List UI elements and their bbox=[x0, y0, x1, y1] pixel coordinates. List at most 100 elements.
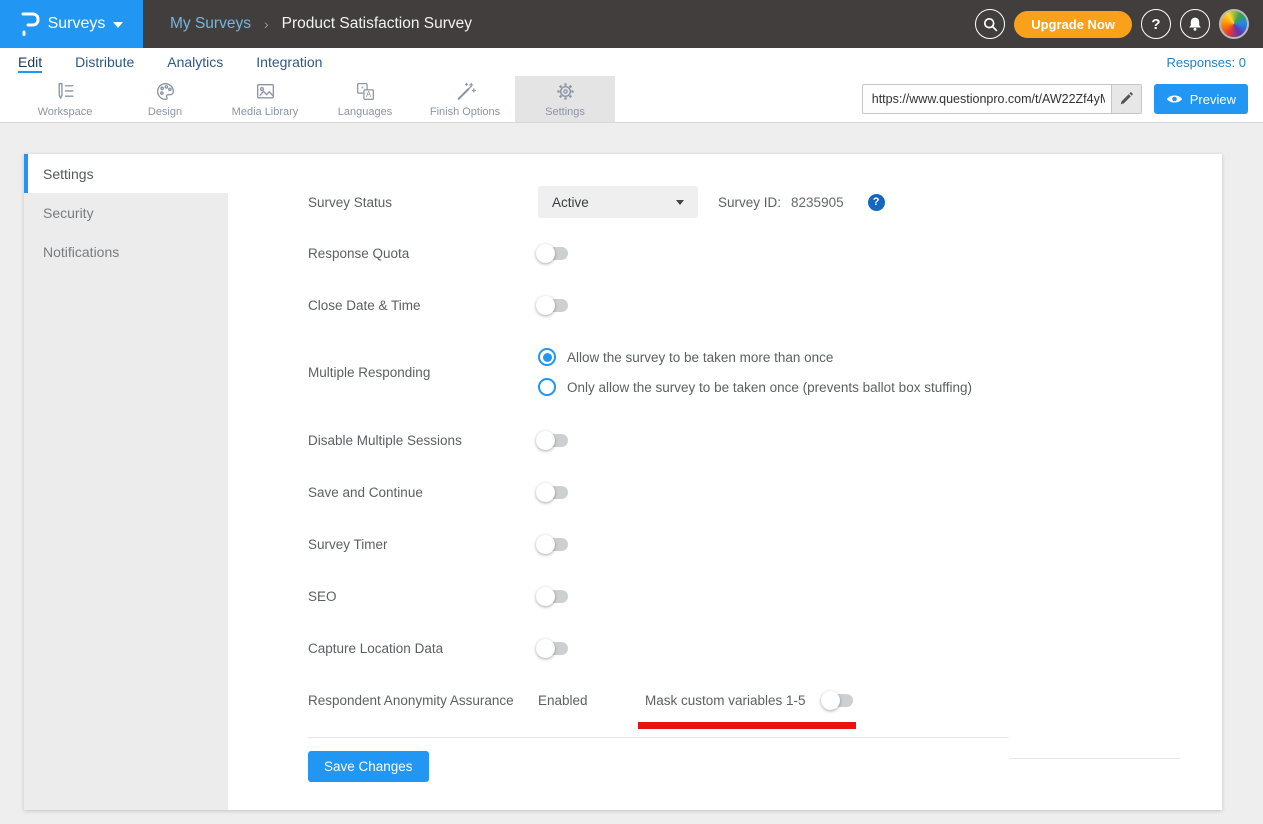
capture-location-row: Capture Location Data bbox=[308, 633, 1222, 663]
toolbar-item-workspace[interactable]: Workspace bbox=[15, 76, 115, 122]
breadcrumb: My Surveys › Product Satisfaction Survey bbox=[170, 15, 472, 33]
settings-form: Survey Status Active Survey ID: 8235905 … bbox=[228, 154, 1222, 810]
notifications-button[interactable] bbox=[1180, 9, 1210, 39]
save-changes-button[interactable]: Save Changes bbox=[308, 751, 429, 782]
toggle-knob bbox=[536, 296, 555, 315]
chevron-down-icon bbox=[113, 22, 123, 28]
preview-button[interactable]: Preview bbox=[1154, 84, 1248, 114]
toolbar-item-label: Workspace bbox=[38, 106, 93, 118]
toggle-knob bbox=[536, 587, 555, 606]
response-quota-row: Response Quota bbox=[308, 238, 1222, 268]
toolbar-item-finish-options[interactable]: Finish Options bbox=[415, 76, 515, 122]
mask-variables-label: Mask custom variables 1-5 bbox=[645, 693, 823, 708]
mask-variables-toggle[interactable] bbox=[823, 694, 853, 707]
toolbar-item-media-library[interactable]: Media Library bbox=[215, 76, 315, 122]
survey-status-label: Survey Status bbox=[308, 195, 538, 210]
product-label: Surveys bbox=[48, 15, 106, 33]
toolbar-item-label: Design bbox=[148, 106, 182, 118]
help-button[interactable]: ? bbox=[1141, 9, 1171, 39]
radio-option-once[interactable]: Only allow the survey to be taken once (… bbox=[538, 372, 972, 402]
translate-icon: * A bbox=[354, 80, 377, 103]
preview-button-label: Preview bbox=[1190, 92, 1236, 107]
palette-icon bbox=[154, 80, 177, 103]
disable-sessions-label: Disable Multiple Sessions bbox=[308, 433, 538, 448]
question-mark-icon: ? bbox=[1151, 16, 1160, 33]
pencil-icon bbox=[1119, 92, 1133, 106]
close-date-toggle[interactable] bbox=[538, 299, 568, 312]
seo-row: SEO bbox=[308, 581, 1222, 611]
toggle-knob bbox=[821, 691, 840, 710]
seo-toggle[interactable] bbox=[538, 590, 568, 603]
sidebar-item-notifications[interactable]: Notifications bbox=[24, 232, 228, 271]
survey-id-help-icon[interactable]: ? bbox=[868, 194, 885, 211]
toolbar-item-label: Settings bbox=[545, 106, 585, 118]
toggle-knob bbox=[536, 431, 555, 450]
radio-unselected-icon[interactable] bbox=[538, 378, 556, 396]
capture-location-toggle[interactable] bbox=[538, 642, 568, 655]
survey-url-input[interactable] bbox=[863, 85, 1111, 113]
survey-timer-label: Survey Timer bbox=[308, 537, 538, 552]
product-switcher[interactable]: Surveys bbox=[0, 0, 143, 48]
response-quota-label: Response Quota bbox=[308, 246, 538, 261]
magic-wand-icon bbox=[454, 80, 477, 103]
survey-url-box bbox=[862, 84, 1142, 114]
save-row: Save Changes bbox=[308, 737, 1009, 782]
divider bbox=[1009, 758, 1180, 759]
page-title: Product Satisfaction Survey bbox=[282, 15, 472, 33]
gear-icon bbox=[554, 80, 577, 103]
search-icon bbox=[982, 16, 999, 33]
radio-selected-icon[interactable] bbox=[538, 348, 556, 366]
anonymity-status: Enabled bbox=[538, 693, 645, 708]
app-header: Surveys My Surveys › Product Satisfactio… bbox=[0, 0, 1263, 48]
disable-sessions-row: Disable Multiple Sessions bbox=[308, 425, 1222, 455]
toolbar-item-languages[interactable]: * A Languages bbox=[315, 76, 415, 122]
multiple-responding-label: Multiple Responding bbox=[308, 365, 538, 380]
questionpro-logo-icon bbox=[20, 11, 40, 37]
radio-option-label: Allow the survey to be taken more than o… bbox=[567, 350, 833, 365]
eye-icon bbox=[1166, 93, 1183, 105]
breadcrumb-separator: › bbox=[264, 16, 269, 32]
survey-status-select[interactable]: Active bbox=[538, 186, 698, 218]
tab-analytics[interactable]: Analytics bbox=[167, 52, 223, 73]
toolbar-right: Preview bbox=[862, 76, 1263, 122]
settings-sidebar: Settings Security Notifications bbox=[24, 154, 228, 810]
toggle-knob bbox=[536, 483, 555, 502]
capture-location-label: Capture Location Data bbox=[308, 641, 538, 656]
toolbar-item-settings[interactable]: Settings bbox=[515, 76, 615, 122]
sidebar-item-security[interactable]: Security bbox=[24, 193, 228, 232]
settings-card: Settings Security Notifications Survey S… bbox=[24, 154, 1222, 810]
tab-edit[interactable]: Edit bbox=[18, 52, 42, 73]
bell-icon bbox=[1187, 16, 1203, 32]
svg-text:A: A bbox=[366, 90, 372, 99]
multiple-responding-row: Multiple Responding Allow the survey to … bbox=[308, 342, 1222, 402]
user-avatar[interactable] bbox=[1219, 9, 1249, 39]
seo-label: SEO bbox=[308, 589, 538, 604]
save-continue-toggle[interactable] bbox=[538, 486, 568, 499]
image-icon bbox=[254, 80, 277, 103]
anonymity-row: Respondent Anonymity Assurance Enabled M… bbox=[308, 685, 1222, 715]
multiple-responding-options: Allow the survey to be taken more than o… bbox=[538, 342, 972, 402]
toolbar-item-design[interactable]: Design bbox=[115, 76, 215, 122]
upgrade-now-button[interactable]: Upgrade Now bbox=[1014, 11, 1132, 38]
toolbar-item-label: Languages bbox=[338, 106, 392, 118]
toggle-knob bbox=[536, 244, 555, 263]
tab-integration[interactable]: Integration bbox=[256, 52, 322, 73]
edit-url-button[interactable] bbox=[1111, 85, 1141, 113]
response-quota-toggle[interactable] bbox=[538, 247, 568, 260]
survey-status-row: Survey Status Active Survey ID: 8235905 … bbox=[308, 186, 1222, 218]
search-button[interactable] bbox=[975, 9, 1005, 39]
survey-timer-toggle[interactable] bbox=[538, 538, 568, 551]
survey-id-label: Survey ID: bbox=[718, 195, 781, 210]
survey-timer-row: Survey Timer bbox=[308, 529, 1222, 559]
toggle-knob bbox=[536, 639, 555, 658]
radio-option-multiple[interactable]: Allow the survey to be taken more than o… bbox=[538, 342, 972, 372]
sidebar-item-settings[interactable]: Settings bbox=[24, 154, 228, 193]
survey-status-value: Active bbox=[552, 195, 589, 210]
anonymity-label: Respondent Anonymity Assurance bbox=[308, 693, 538, 708]
section-nav: Edit Distribute Analytics Integration Re… bbox=[0, 48, 1263, 76]
save-continue-label: Save and Continue bbox=[308, 485, 538, 500]
tab-distribute[interactable]: Distribute bbox=[75, 52, 134, 73]
radio-option-label: Only allow the survey to be taken once (… bbox=[567, 380, 972, 395]
breadcrumb-my-surveys[interactable]: My Surveys bbox=[170, 15, 251, 33]
disable-sessions-toggle[interactable] bbox=[538, 434, 568, 447]
